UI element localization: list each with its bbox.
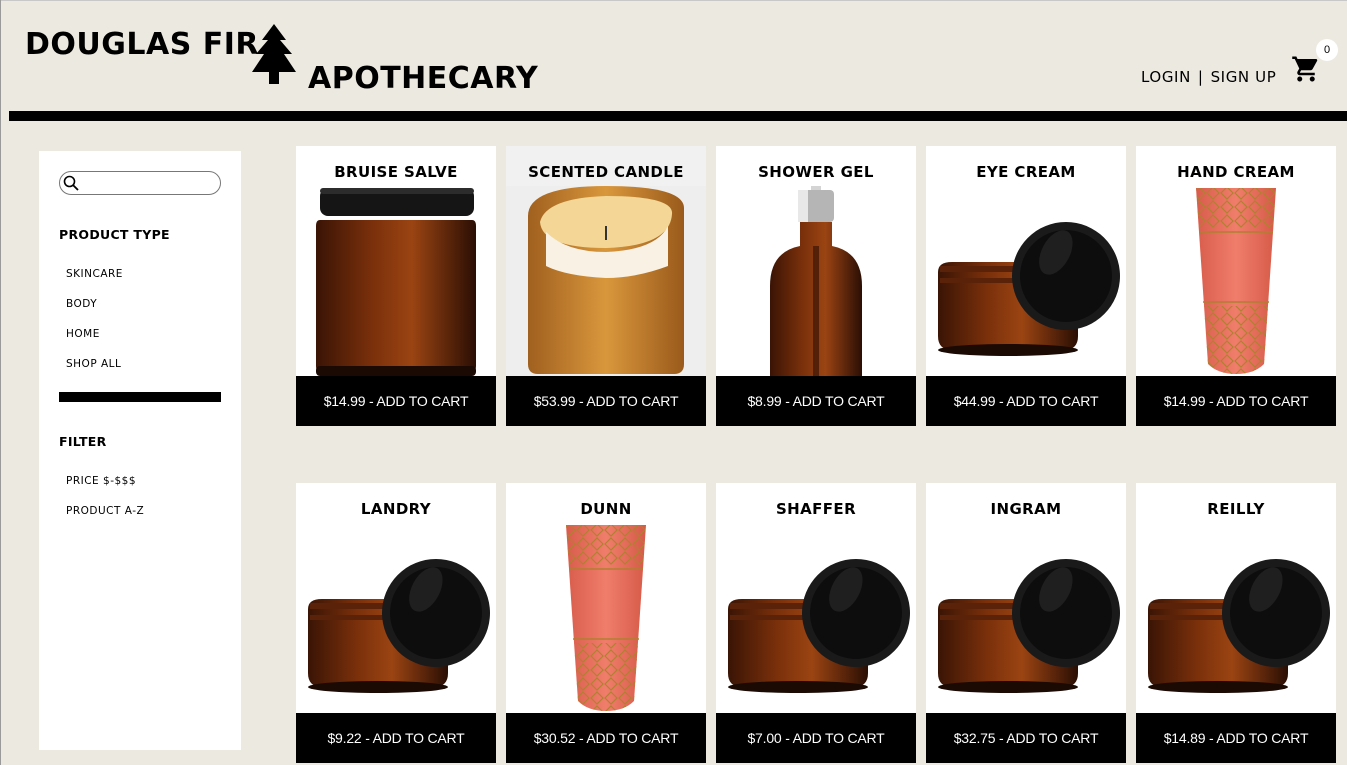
product-name[interactable]: DUNN xyxy=(506,500,706,518)
sidebar: PRODUCT TYPE SKINCARE BODY HOME SHOP ALL… xyxy=(39,151,241,750)
product-name[interactable]: INGRAM xyxy=(926,500,1126,518)
window-top-edge xyxy=(0,0,1347,1)
add-to-cart-button[interactable]: $14.89 - ADD TO CART xyxy=(1136,713,1336,763)
add-to-cart-button[interactable]: $30.52 - ADD TO CART xyxy=(506,713,706,763)
product-type-heading: PRODUCT TYPE xyxy=(59,227,170,242)
product-card[interactable]: REILLY $14.89 - ADD TO CART xyxy=(1136,483,1336,763)
filter-body-link[interactable]: BODY xyxy=(66,298,97,310)
filter-heading: FILTER xyxy=(59,434,107,449)
product-image[interactable] xyxy=(506,186,706,376)
auth-separator: | xyxy=(1197,68,1204,86)
auth-links: LOGIN | SIGN UP xyxy=(1141,68,1276,86)
product-card[interactable]: SHAFFER $7.00 - ADD TO CART xyxy=(716,483,916,763)
product-card[interactable]: LANDRY $9.22 - ADD TO CART xyxy=(296,483,496,763)
product-card[interactable]: SCENTED CANDLE $53.99 - ADD TO CART xyxy=(506,146,706,426)
add-to-cart-button[interactable]: $44.99 - ADD TO CART xyxy=(926,376,1126,426)
product-image[interactable] xyxy=(1136,186,1336,376)
add-to-cart-button[interactable]: $7.00 - ADD TO CART xyxy=(716,713,916,763)
brand-name-line1[interactable]: DOUGLAS FIR xyxy=(25,27,259,62)
product-card[interactable]: INGRAM $32.75 - ADD TO CART xyxy=(926,483,1126,763)
product-name[interactable]: SHAFFER xyxy=(716,500,916,518)
product-image[interactable] xyxy=(716,523,916,713)
product-image[interactable] xyxy=(296,186,496,376)
shop-all-link[interactable]: SHOP ALL xyxy=(66,358,121,370)
search-icon xyxy=(63,175,79,191)
add-to-cart-button[interactable]: $32.75 - ADD TO CART xyxy=(926,713,1126,763)
product-name[interactable]: EYE CREAM xyxy=(926,163,1126,181)
signup-link[interactable]: SIGN UP xyxy=(1211,68,1277,86)
product-name[interactable]: REILLY xyxy=(1136,500,1336,518)
add-to-cart-button[interactable]: $14.99 - ADD TO CART xyxy=(1136,376,1336,426)
window-left-edge xyxy=(0,0,1,765)
product-image[interactable] xyxy=(926,523,1126,713)
product-card[interactable]: SHOWER GEL $8.99 - ADD TO CART xyxy=(716,146,916,426)
product-image[interactable] xyxy=(296,523,496,713)
sidebar-divider xyxy=(59,392,221,402)
shopping-cart-icon[interactable] xyxy=(1291,54,1321,84)
header-divider xyxy=(9,111,1347,121)
product-card[interactable]: BRUISE SALVE $14.99 - ADD TO CART xyxy=(296,146,496,426)
product-image[interactable] xyxy=(506,523,706,713)
product-image[interactable] xyxy=(716,186,916,376)
cart-count-badge: 0 xyxy=(1316,39,1338,61)
product-card[interactable]: EYE CREAM $44.99 - ADD TO CART xyxy=(926,146,1126,426)
add-to-cart-button[interactable]: $8.99 - ADD TO CART xyxy=(716,376,916,426)
product-image[interactable] xyxy=(926,186,1126,376)
product-image[interactable] xyxy=(1136,523,1336,713)
product-name[interactable]: LANDRY xyxy=(296,500,496,518)
filter-home-link[interactable]: HOME xyxy=(66,328,100,340)
add-to-cart-button[interactable]: $9.22 - ADD TO CART xyxy=(296,713,496,763)
product-name[interactable]: HAND CREAM xyxy=(1136,163,1336,181)
sort-name-link[interactable]: PRODUCT A-Z xyxy=(66,505,144,517)
sort-price-link[interactable]: PRICE $-$$$ xyxy=(66,475,136,487)
add-to-cart-button[interactable]: $53.99 - ADD TO CART xyxy=(506,376,706,426)
add-to-cart-button[interactable]: $14.99 - ADD TO CART xyxy=(296,376,496,426)
product-name[interactable]: SHOWER GEL xyxy=(716,163,916,181)
brand-name-line2[interactable]: APOTHECARY xyxy=(308,61,538,96)
fir-tree-icon xyxy=(252,24,296,84)
product-name[interactable]: BRUISE SALVE xyxy=(296,163,496,181)
search-box xyxy=(59,171,221,195)
search-input[interactable] xyxy=(84,174,216,192)
product-name[interactable]: SCENTED CANDLE xyxy=(506,163,706,181)
product-card[interactable]: HAND CREAM $14.99 - ADD TO CART xyxy=(1136,146,1336,426)
login-link[interactable]: LOGIN xyxy=(1141,68,1191,86)
product-card[interactable]: DUNN $30.52 - ADD TO CART xyxy=(506,483,706,763)
filter-skincare-link[interactable]: SKINCARE xyxy=(66,268,123,280)
